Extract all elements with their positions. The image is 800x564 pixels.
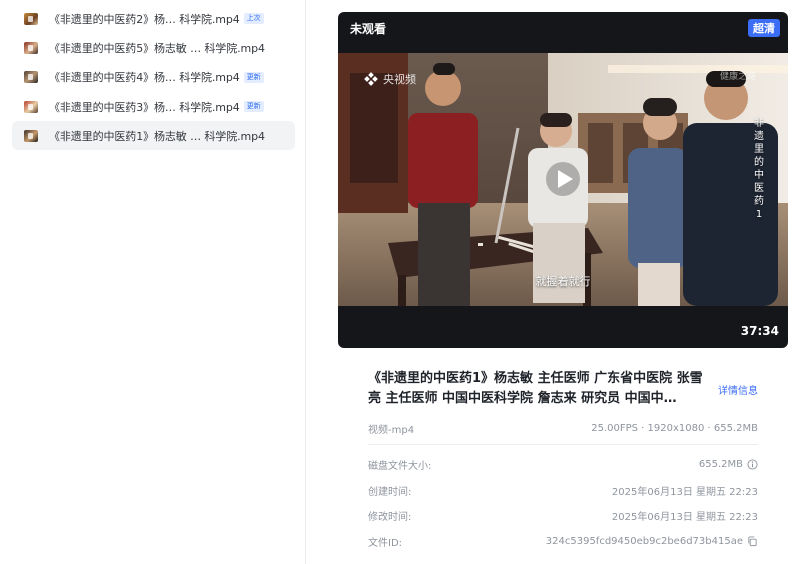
- file-type: 视频-mp4: [368, 425, 415, 436]
- video-subtitle: 就握着就行: [535, 275, 591, 288]
- file-item[interactable]: 《非遗里的中医药5》杨志敏 … 科学院.mp4: [12, 33, 295, 62]
- file-item[interactable]: 《非遗里的中医药2》杨… 科学院.mp4 上次: [12, 4, 295, 33]
- channel-name: 央视频: [383, 73, 416, 86]
- video-preview-card[interactable]: 未观看 超清 央视频 健康之路 非遗里的中医药1 就握着就行 37:34: [338, 12, 788, 348]
- meta-label: 修改时间:: [368, 512, 412, 523]
- meta-value-file-id: 324c5395fcd9450eb9c2be6d73b415ae: [546, 534, 758, 549]
- meta-row-file-id: 文件ID: 324c5395fcd9450eb9c2be6d73b415ae: [368, 534, 758, 549]
- video-thumbnail-icon: [24, 12, 38, 25]
- meta-row-created: 创建时间: 2025年06月13日 星期五 22:23: [368, 483, 758, 498]
- file-item[interactable]: 《非遗里的中医药3》杨… 科学院.mp4 更新: [12, 92, 295, 121]
- meta-row-modified: 修改时间: 2025年06月13日 星期五 22:23: [368, 508, 758, 523]
- file-name: 《非遗里的中医药1》杨志敏 … 科学院.mp4: [49, 129, 265, 143]
- file-type-row: 视频-mp4 25.00FPS · 1920x1080 · 655.2MB: [368, 421, 758, 436]
- video-thumbnail-icon: [24, 41, 38, 54]
- file-item[interactable]: 《非遗里的中医药4》杨… 科学院.mp4 更新: [12, 63, 295, 92]
- last-watched-badge: 上次: [243, 13, 264, 25]
- file-item-selected[interactable]: 《非遗里的中医药1》杨志敏 … 科学院.mp4: [12, 121, 295, 151]
- meta-value: 2025年06月13日 星期五 22:23: [611, 512, 758, 523]
- file-name: 《非遗里的中医药2》杨… 科学院.mp4: [49, 12, 240, 26]
- video-frame[interactable]: 央视频 健康之路 非遗里的中医药1 就握着就行: [338, 53, 788, 306]
- vertical-title: 非遗里的中医药1: [754, 118, 764, 220]
- updated-badge: 更新: [243, 71, 264, 83]
- divider: [368, 444, 758, 445]
- play-icon[interactable]: [545, 161, 581, 197]
- updated-badge: 更新: [243, 101, 264, 113]
- file-name: 《非遗里的中医药4》杨… 科学院.mp4: [49, 71, 240, 85]
- video-thumbnail-icon: [24, 100, 38, 113]
- meta-label: 文件ID:: [368, 538, 403, 549]
- meta-value: 2025年06月13日 星期五 22:23: [611, 487, 758, 498]
- file-list: 《非遗里的中医药2》杨… 科学院.mp4 上次 《非遗里的中医药5》杨志敏 … …: [12, 4, 295, 151]
- meta-value: 324c5395fcd9450eb9c2be6d73b415ae: [545, 536, 743, 547]
- video-title: 《非遗里的中医药1》杨志敏 主任医师 广东省中医院 张雪亮 主任医师 中国中医科…: [368, 371, 703, 406]
- video-specs: 25.00FPS · 1920x1080 · 655.2MB: [591, 423, 758, 434]
- meta-row-size: 磁盘文件大小: 655.2MB: [368, 457, 758, 472]
- details-link[interactable]: 详情信息: [718, 382, 758, 397]
- copy-icon[interactable]: [747, 536, 758, 547]
- meta-label: 磁盘文件大小:: [368, 461, 432, 472]
- meta-value-size: 655.2MB: [699, 457, 758, 472]
- channel-logo-icon: [364, 72, 378, 86]
- info-icon[interactable]: [747, 459, 758, 470]
- program-watermark: 健康之路: [720, 72, 757, 82]
- meta-value: 655.2MB: [698, 459, 743, 470]
- meta-label: 创建时间:: [368, 487, 412, 498]
- file-list-pane: 《非遗里的中医药2》杨… 科学院.mp4 上次 《非遗里的中医药5》杨志敏 … …: [0, 0, 306, 564]
- channel-logo: 央视频: [364, 71, 416, 87]
- video-duration: 37:34: [740, 324, 779, 338]
- watch-state-label: 未观看: [350, 22, 387, 36]
- file-name: 《非遗里的中医药5》杨志敏 … 科学院.mp4: [49, 41, 265, 55]
- video-thumbnail-icon: [24, 129, 38, 142]
- quality-badge: 超清: [748, 19, 780, 37]
- video-thumbnail-icon: [24, 71, 38, 84]
- file-name: 《非遗里的中医药3》杨… 科学院.mp4: [49, 100, 240, 114]
